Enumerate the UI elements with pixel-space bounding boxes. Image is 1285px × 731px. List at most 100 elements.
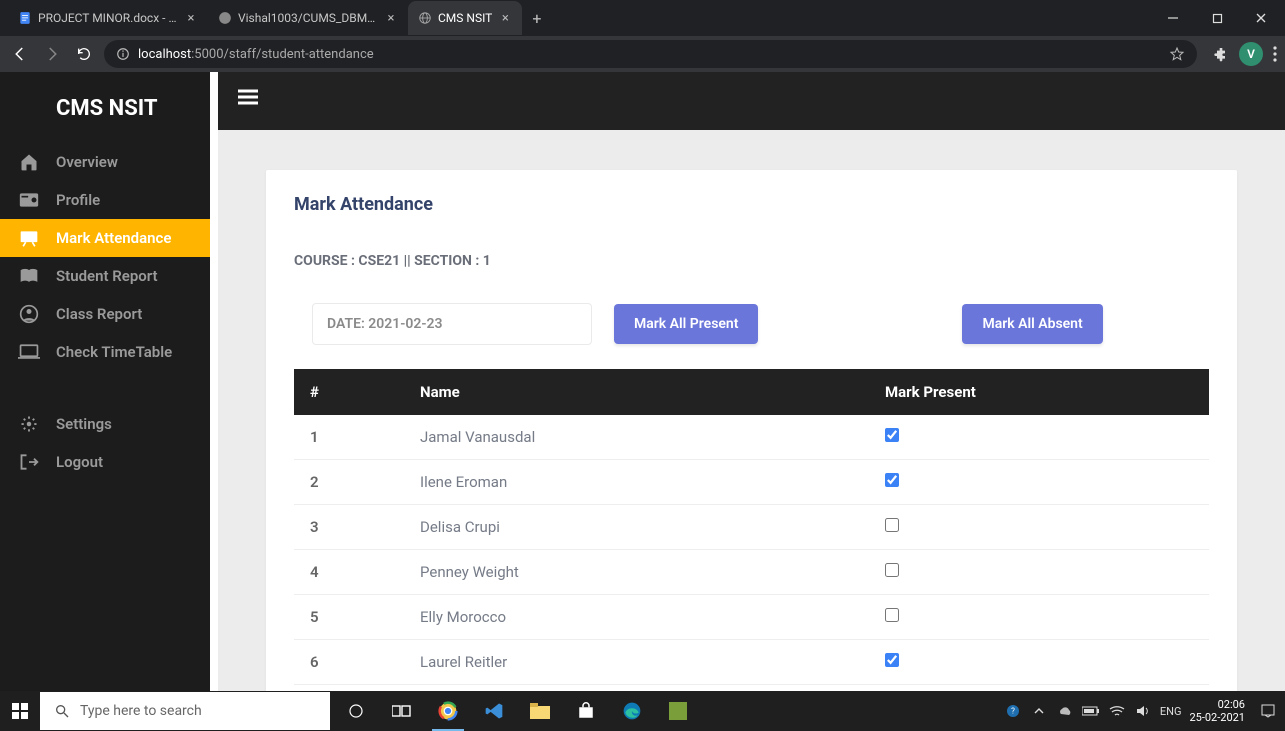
- sidebar-item-settings[interactable]: Settings: [0, 405, 210, 443]
- present-checkbox[interactable]: [885, 653, 899, 667]
- tray-chevron-icon[interactable]: [1030, 702, 1048, 720]
- tab-close-icon[interactable]: ×: [184, 11, 198, 25]
- row-name: Elly Morocco: [404, 595, 869, 640]
- tab-close-icon[interactable]: ×: [498, 11, 512, 25]
- chrome-icon[interactable]: [426, 691, 470, 731]
- row-index: 6: [294, 640, 404, 685]
- language-indicator[interactable]: ENG: [1160, 702, 1182, 720]
- row-name: Laurel Reitler: [404, 640, 869, 685]
- mark-all-present-button[interactable]: Mark All Present: [614, 304, 758, 344]
- window-minimize[interactable]: [1153, 4, 1193, 32]
- browser-tab[interactable]: PROJECT MINOR.docx - Google ×: [8, 1, 208, 35]
- new-tab-button[interactable]: +: [522, 3, 551, 34]
- sidebar-item-label: Mark Attendance: [56, 229, 171, 247]
- url-bar[interactable]: localhost:5000/staff/student-attendance: [104, 40, 1197, 68]
- row-present-cell: [869, 415, 1209, 460]
- sidebar-item-class-report[interactable]: Class Report: [0, 295, 210, 333]
- battery-tray-icon[interactable]: [1082, 702, 1100, 720]
- edge-icon[interactable]: [610, 691, 654, 731]
- cortana-icon[interactable]: [334, 691, 378, 731]
- sidebar-item-check-timetable[interactable]: Check TimeTable: [0, 333, 210, 371]
- sidebar-item-label: Overview: [56, 153, 118, 171]
- sidebar-item-label: Logout: [56, 453, 103, 471]
- row-present-cell: [869, 460, 1209, 505]
- window-controls: [1153, 4, 1285, 32]
- mark-all-absent-button[interactable]: Mark All Absent: [962, 304, 1102, 344]
- task-view-icon[interactable]: [380, 691, 424, 731]
- start-button[interactable]: [0, 691, 40, 731]
- home-icon: [18, 151, 40, 173]
- col-present: Mark Present: [869, 369, 1209, 415]
- sidebar-item-student-report[interactable]: Student Report: [0, 257, 210, 295]
- sidebar-item-label: Check TimeTable: [56, 343, 172, 361]
- book-icon: [18, 265, 40, 287]
- back-button[interactable]: [8, 42, 32, 66]
- table-row: 1 Jamal Vanausdal: [294, 415, 1209, 460]
- present-checkbox[interactable]: [885, 608, 899, 622]
- row-present-cell: [869, 550, 1209, 595]
- row-index: 4: [294, 550, 404, 595]
- misc-app-icon[interactable]: [656, 691, 700, 731]
- tray-clock[interactable]: 02:06 25-02-2021: [1189, 698, 1251, 724]
- col-index: #: [294, 369, 404, 415]
- forward-button[interactable]: [40, 42, 64, 66]
- course-section-label: COURSE : CSE21 || SECTION : 1: [294, 253, 1209, 269]
- extensions-icon[interactable]: [1213, 46, 1229, 62]
- notifications-tray-icon[interactable]: [1259, 702, 1277, 720]
- address-bar: localhost:5000/staff/student-attendance …: [0, 36, 1285, 72]
- row-index: 3: [294, 505, 404, 550]
- card-title: Mark Attendance: [294, 194, 1209, 215]
- sidebar-item-logout[interactable]: Logout: [0, 443, 210, 481]
- browser-tab[interactable]: Vishal1003/CUMS_DBMS: 🏫 A ×: [208, 1, 408, 35]
- date-input[interactable]: DATE: 2021-02-23: [312, 303, 592, 345]
- page-viewport: CMS NSIT Overview Profile Mark Attendanc…: [0, 72, 1285, 731]
- site-info-icon[interactable]: [116, 47, 130, 61]
- laptop-icon: [18, 341, 40, 363]
- table-row: 6 Laurel Reitler: [294, 640, 1209, 685]
- window-maximize[interactable]: [1197, 4, 1237, 32]
- present-checkbox[interactable]: [885, 428, 899, 442]
- profile-avatar[interactable]: V: [1239, 42, 1263, 66]
- help-tray-icon[interactable]: ?: [1004, 702, 1022, 720]
- file-explorer-icon[interactable]: [518, 691, 562, 731]
- star-icon[interactable]: [1169, 46, 1185, 62]
- sidebar-item-profile[interactable]: Profile: [0, 181, 210, 219]
- brand-title: CMS NSIT: [0, 72, 210, 143]
- reload-button[interactable]: [72, 42, 96, 66]
- url-text: localhost:5000/staff/student-attendance: [138, 47, 1161, 62]
- store-icon[interactable]: [564, 691, 608, 731]
- tab-favicon: [218, 11, 232, 25]
- wifi-tray-icon[interactable]: [1108, 702, 1126, 720]
- onedrive-tray-icon[interactable]: [1056, 702, 1074, 720]
- taskbar-apps: [334, 691, 700, 731]
- present-checkbox[interactable]: [885, 518, 899, 532]
- tab-close-icon[interactable]: ×: [384, 11, 398, 25]
- window-close[interactable]: [1241, 4, 1281, 32]
- table-row: 4 Penney Weight: [294, 550, 1209, 595]
- menu-icon[interactable]: [1273, 46, 1277, 62]
- vscode-icon[interactable]: [472, 691, 516, 731]
- sidebar-item-mark-attendance[interactable]: Mark Attendance: [0, 219, 210, 257]
- volume-tray-icon[interactable]: [1134, 702, 1152, 720]
- main-scroll[interactable]: Mark Attendance COURSE : CSE21 || SECTIO…: [218, 130, 1285, 731]
- taskbar-search[interactable]: Type here to search: [40, 692, 330, 730]
- tab-title: Vishal1003/CUMS_DBMS: 🏫 A: [238, 11, 378, 25]
- row-present-cell: [869, 595, 1209, 640]
- tab-strip: PROJECT MINOR.docx - Google × Vishal1003…: [0, 0, 1285, 36]
- col-name: Name: [404, 369, 869, 415]
- tab-favicon: [18, 11, 32, 25]
- row-present-cell: [869, 640, 1209, 685]
- search-icon: [54, 703, 70, 719]
- sidebar-item-overview[interactable]: Overview: [0, 143, 210, 181]
- hamburger-icon[interactable]: [238, 89, 262, 113]
- sidebar-item-label: Class Report: [56, 305, 142, 323]
- logout-icon: [18, 451, 40, 473]
- sidebar-item-label: Profile: [56, 191, 100, 209]
- present-checkbox[interactable]: [885, 473, 899, 487]
- row-name: Ilene Eroman: [404, 460, 869, 505]
- windows-taskbar: Type here to search ? ENG 02:06 25-02-20…: [0, 691, 1285, 731]
- present-checkbox[interactable]: [885, 563, 899, 577]
- browser-tab[interactable]: CMS NSIT ×: [408, 1, 522, 35]
- browser-chrome: PROJECT MINOR.docx - Google × Vishal1003…: [0, 0, 1285, 72]
- board-icon: [18, 227, 40, 249]
